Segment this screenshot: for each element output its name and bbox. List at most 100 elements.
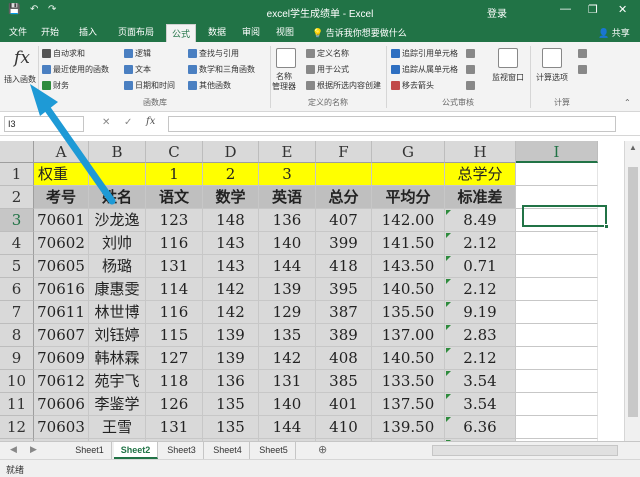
- cell[interactable]: 8.49: [445, 209, 516, 232]
- logical-button[interactable]: 逻辑: [135, 48, 151, 59]
- cell[interactable]: 118: [146, 370, 203, 393]
- error-indicator-icon[interactable]: [446, 302, 451, 307]
- financial-button[interactable]: 财务: [53, 80, 69, 91]
- sheet-tab-3[interactable]: Sheet3: [160, 442, 204, 459]
- tab-review[interactable]: 审阅: [238, 22, 264, 42]
- tab-formulas[interactable]: 公式: [166, 24, 196, 42]
- cell[interactable]: 136: [203, 370, 259, 393]
- name-manager-button[interactable]: 名称 管理器: [272, 72, 296, 92]
- column-header[interactable]: D: [203, 141, 259, 163]
- cell[interactable]: [516, 416, 598, 439]
- cell[interactable]: 387: [316, 301, 372, 324]
- cell[interactable]: 389: [316, 324, 372, 347]
- datetime-button[interactable]: 日期和时间: [135, 80, 175, 91]
- horizontal-scrollbar[interactable]: [432, 445, 618, 456]
- row-header[interactable]: 1: [0, 163, 34, 186]
- define-name-button[interactable]: 定义名称: [317, 48, 349, 59]
- watch-window-button[interactable]: 监视窗口: [492, 72, 524, 83]
- cell[interactable]: 135.50: [372, 301, 445, 324]
- cell[interactable]: 70602: [34, 232, 89, 255]
- cell[interactable]: 395: [316, 278, 372, 301]
- error-indicator-icon[interactable]: [446, 210, 451, 215]
- cell[interactable]: 135: [259, 324, 316, 347]
- cell[interactable]: 136: [259, 209, 316, 232]
- cell[interactable]: 127: [146, 347, 203, 370]
- enter-icon[interactable]: ✓: [124, 117, 132, 128]
- tab-page-layout[interactable]: 页面布局: [112, 22, 160, 42]
- cell[interactable]: 143.50: [372, 255, 445, 278]
- row-header[interactable]: 4: [0, 232, 34, 255]
- fx-button[interactable]: fx: [146, 116, 155, 127]
- tab-data[interactable]: 数据: [204, 22, 230, 42]
- cell[interactable]: 康惠雯: [89, 278, 146, 301]
- cell[interactable]: 韩林霖: [89, 347, 146, 370]
- cell[interactable]: 苑宇飞: [89, 370, 146, 393]
- cell[interactable]: 114: [146, 278, 203, 301]
- fill-handle[interactable]: [604, 224, 609, 229]
- cell[interactable]: 126: [146, 393, 203, 416]
- row-header[interactable]: 9: [0, 347, 34, 370]
- use-in-formula-button[interactable]: 用于公式: [317, 64, 349, 75]
- cell[interactable]: 70605: [34, 255, 89, 278]
- cell[interactable]: 姓名: [89, 186, 146, 209]
- cell[interactable]: 148: [203, 209, 259, 232]
- cell[interactable]: 410: [316, 416, 372, 439]
- cell[interactable]: [516, 232, 598, 255]
- column-header[interactable]: H: [445, 141, 516, 163]
- cell[interactable]: [516, 255, 598, 278]
- trace-precedents-button[interactable]: 追踪引用单元格: [402, 48, 458, 59]
- cell[interactable]: 王雪: [89, 416, 146, 439]
- sheet-tab-4[interactable]: Sheet4: [206, 442, 250, 459]
- row-header[interactable]: 11: [0, 393, 34, 416]
- cell[interactable]: 70607: [34, 324, 89, 347]
- cell[interactable]: 142: [203, 301, 259, 324]
- cell[interactable]: 137.50: [372, 393, 445, 416]
- vertical-scrollbar[interactable]: ▲: [624, 141, 640, 441]
- error-indicator-icon[interactable]: [446, 371, 451, 376]
- cell[interactable]: 总学分: [445, 163, 516, 186]
- cell[interactable]: 133.50: [372, 370, 445, 393]
- column-header[interactable]: C: [146, 141, 203, 163]
- tab-file[interactable]: 文件: [4, 22, 32, 42]
- cell[interactable]: 平均分: [372, 186, 445, 209]
- lookup-button[interactable]: 查找与引用: [199, 48, 239, 59]
- calc-options-button[interactable]: 计算选项: [536, 72, 568, 83]
- cell[interactable]: 135: [203, 393, 259, 416]
- cell[interactable]: 131: [259, 370, 316, 393]
- prev-sheet-icon[interactable]: ◀: [10, 444, 17, 455]
- cell[interactable]: 刘钰婷: [89, 324, 146, 347]
- cell[interactable]: 李鉴学: [89, 393, 146, 416]
- cell[interactable]: [516, 393, 598, 416]
- math-button[interactable]: 数学和三角函数: [199, 64, 255, 75]
- add-sheet-icon[interactable]: ⊕: [318, 443, 327, 456]
- trace-dependents-button[interactable]: 追踪从属单元格: [402, 64, 458, 75]
- error-indicator-icon[interactable]: [446, 394, 451, 399]
- cell[interactable]: 143: [203, 232, 259, 255]
- cell[interactable]: 考号: [34, 186, 89, 209]
- login-link[interactable]: 登录: [487, 5, 507, 20]
- error-indicator-icon[interactable]: [446, 417, 451, 422]
- cell[interactable]: 林世博: [89, 301, 146, 324]
- cell[interactable]: 139: [203, 324, 259, 347]
- cell[interactable]: 139: [203, 347, 259, 370]
- select-all-corner[interactable]: [0, 141, 34, 163]
- cell[interactable]: 权重: [34, 163, 89, 186]
- cell[interactable]: 137.00: [372, 324, 445, 347]
- cell[interactable]: 140: [259, 232, 316, 255]
- cell[interactable]: 总分: [316, 186, 372, 209]
- column-header[interactable]: E: [259, 141, 316, 163]
- spreadsheet-grid[interactable]: ABCDEFGHI 1234567891011121314 权重123总学分考号…: [0, 141, 640, 441]
- row-header[interactable]: 12: [0, 416, 34, 439]
- cell[interactable]: [516, 347, 598, 370]
- close-icon[interactable]: ✕: [618, 3, 627, 16]
- error-checking-icon[interactable]: [466, 65, 475, 74]
- tab-insert[interactable]: 插入: [74, 22, 102, 42]
- tell-me-box[interactable]: 💡 告诉我你想要做什么: [312, 26, 407, 39]
- error-indicator-icon[interactable]: [446, 256, 451, 261]
- cell[interactable]: 418: [316, 255, 372, 278]
- cell[interactable]: 刘帅: [89, 232, 146, 255]
- cell[interactable]: [516, 278, 598, 301]
- cell[interactable]: [516, 324, 598, 347]
- cell[interactable]: 401: [316, 393, 372, 416]
- evaluate-formula-icon[interactable]: [466, 81, 475, 90]
